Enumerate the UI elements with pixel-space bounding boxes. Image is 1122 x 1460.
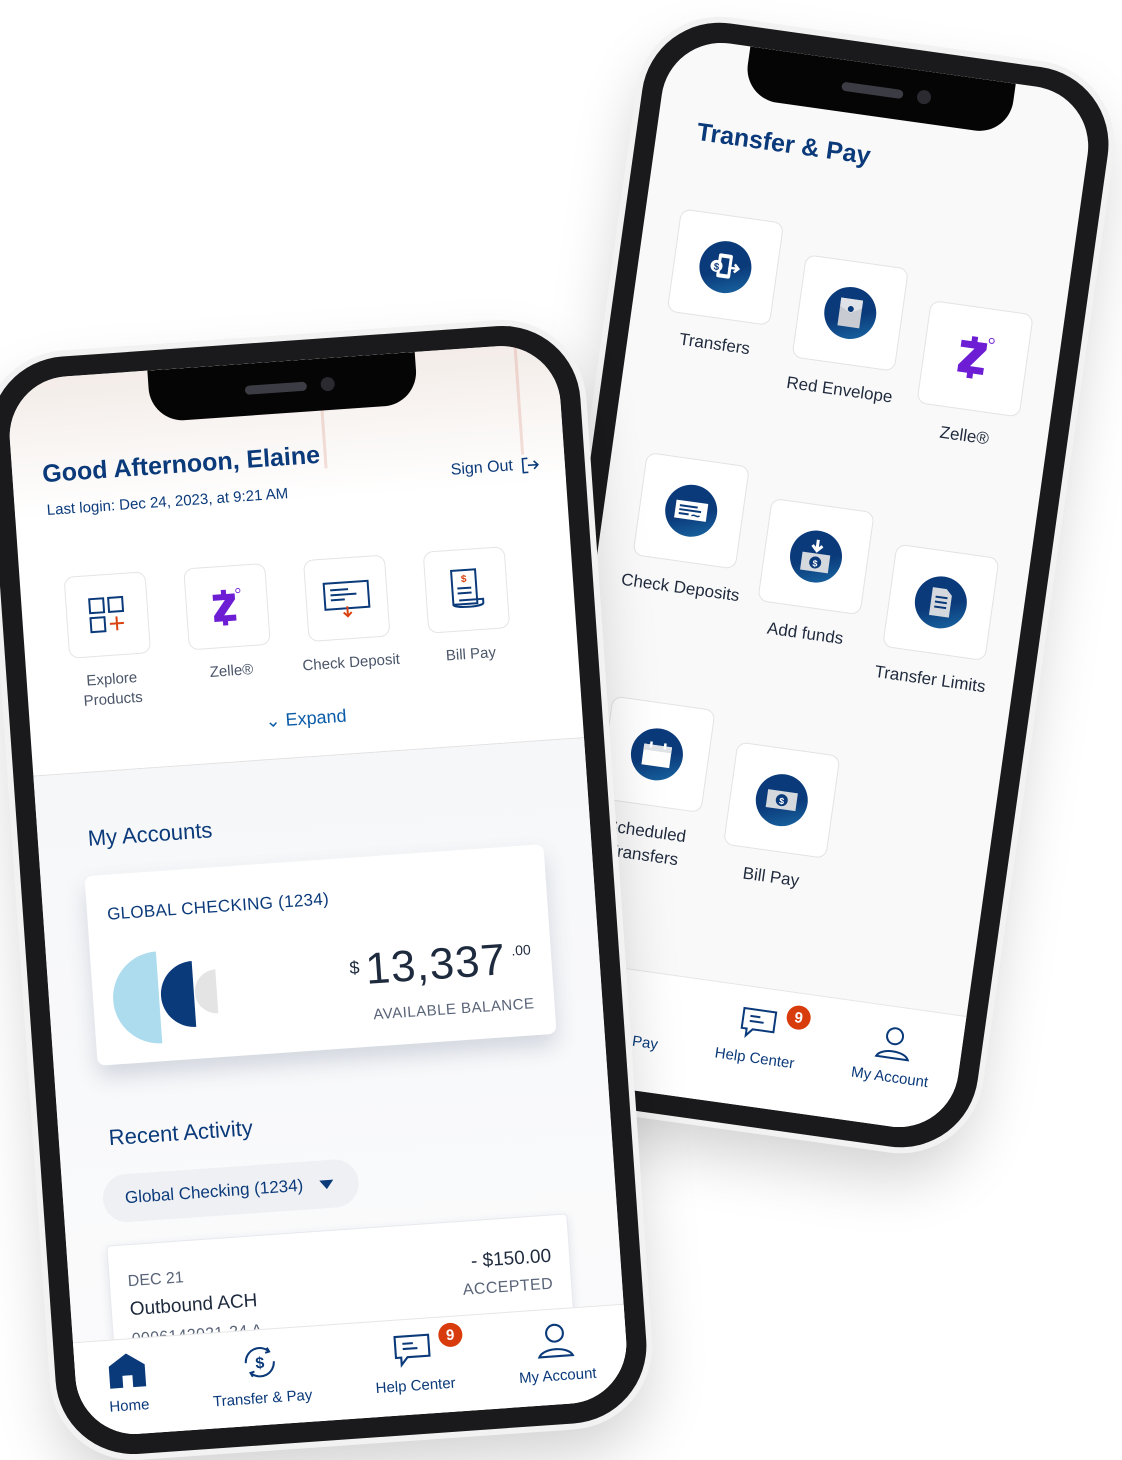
phone-home: Good Afternoon, Elaine Last login: Dec 2…	[0, 320, 652, 1460]
account-name: GLOBAL CHECKING (1234)	[106, 889, 330, 924]
transfer-pay-grid: $ Transfers Red Envelope Zelle® Check De…	[576, 207, 1054, 917]
quick-action-label: Zelle®	[209, 661, 254, 681]
zelle-icon	[952, 330, 999, 388]
account-graphic	[110, 947, 226, 1047]
user-icon	[538, 1323, 575, 1359]
tab-help-center[interactable]: 9 Help Center	[713, 1001, 813, 1073]
quick-action-check-deposit[interactable]: Check Deposit	[289, 554, 408, 697]
tile-label: Check Deposits	[620, 569, 741, 606]
balance-amount: 13,337	[363, 935, 508, 994]
tab-transfer-pay[interactable]: $ Transfer & Pay	[209, 1339, 313, 1411]
explore-products-icon	[88, 595, 125, 634]
notification-badge: 9	[785, 1004, 813, 1032]
quick-action-bill-pay[interactable]: $ Bill Pay	[409, 545, 528, 688]
tile-label: Bill Pay	[741, 863, 801, 891]
account-balance: $ 13,337 .00	[348, 933, 533, 996]
bill-pay-icon: $	[450, 568, 485, 609]
notification-badge: 9	[437, 1322, 464, 1348]
quick-action-label: Check Deposit	[301, 650, 401, 675]
chat-icon	[740, 1006, 778, 1038]
red-envelope-icon	[820, 283, 880, 343]
balance-cents: .00	[510, 941, 532, 959]
tab-my-account[interactable]: My Account	[850, 1020, 935, 1091]
check-deposit-icon	[322, 579, 371, 618]
tile-label: Zelle®	[938, 422, 991, 449]
account-card[interactable]: GLOBAL CHECKING (1234) $ 13,337 .00 AVAI…	[84, 844, 557, 1066]
sign-out-icon	[521, 457, 539, 474]
balance-label: AVAILABLE BALANCE	[372, 995, 536, 1024]
tile-bill-pay[interactable]: $ Bill Pay	[705, 740, 853, 899]
page-title: Transfer & Pay	[695, 117, 873, 171]
quick-action-zelle[interactable]: Zelle®	[169, 562, 288, 705]
home-screen: Good Afternoon, Elaine Last login: Dec 2…	[5, 342, 631, 1438]
home-icon	[108, 1353, 147, 1389]
quick-action-explore-products[interactable]: Explore Products	[50, 570, 169, 713]
dollar-cycle-icon: $	[245, 1347, 276, 1378]
add-funds-icon: $	[786, 527, 846, 586]
tile-transfer-limits[interactable]: Transfer Limits	[864, 542, 1012, 701]
tile-add-funds[interactable]: $ Add funds	[735, 496, 887, 682]
tile-label: Red Envelope	[785, 372, 894, 407]
tab-label: Help Center	[713, 1044, 796, 1073]
bill-pay-icon: $	[752, 770, 812, 830]
check-deposit-icon	[661, 481, 721, 541]
tile-label: Add funds	[765, 618, 845, 649]
tab-home[interactable]: Home	[106, 1350, 150, 1416]
tab-label: Transfer & Pay	[212, 1386, 313, 1411]
tab-label: My Account	[518, 1364, 598, 1388]
tab-help-center[interactable]: 9 Help Center	[372, 1322, 464, 1398]
tab-label: My Account	[850, 1063, 930, 1092]
transaction-amount: - $150.00	[470, 1245, 552, 1273]
svg-text:$: $	[255, 1355, 265, 1373]
tile-zelle[interactable]: Zelle®	[898, 298, 1046, 457]
document-icon	[911, 573, 971, 632]
tab-label: Help Center	[375, 1374, 457, 1398]
tile-label: Transfers	[678, 329, 752, 359]
tile-label: Transfer Limits	[873, 661, 987, 697]
calendar-icon	[627, 724, 687, 784]
chevron-down-icon: ⌄	[264, 710, 282, 732]
tile-red-envelope[interactable]: Red Envelope	[769, 252, 921, 438]
user-icon	[874, 1027, 910, 1062]
expand-label: Expand	[284, 705, 348, 730]
transaction-date: DEC 21	[127, 1269, 185, 1291]
zelle-icon	[212, 588, 241, 626]
currency-symbol: $	[348, 957, 361, 978]
quick-action-label: Explore Products	[83, 669, 144, 710]
phone-notch	[743, 46, 1016, 136]
tab-label: Home	[108, 1396, 150, 1416]
account-selector-value: Global Checking (1234)	[124, 1175, 304, 1208]
transfers-icon: $	[696, 237, 755, 297]
tab-my-account[interactable]: My Account	[515, 1319, 597, 1387]
svg-text:$: $	[461, 574, 468, 585]
chat-icon	[393, 1333, 431, 1368]
transaction-status: ACCEPTED	[462, 1275, 554, 1299]
quick-action-label: Bill Pay	[445, 644, 497, 665]
quick-actions: Explore Products Zelle® Check Deposit $ …	[50, 545, 528, 713]
caret-down-icon	[318, 1179, 334, 1190]
transaction-description: Outbound ACH	[129, 1290, 259, 1321]
